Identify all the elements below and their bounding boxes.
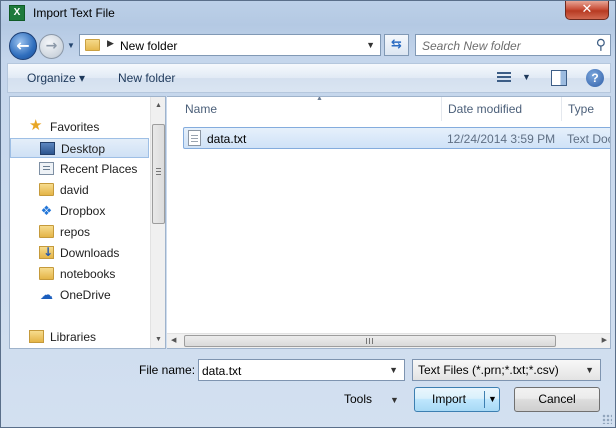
sidebar-item-repos[interactable]: repos [10, 222, 149, 242]
sidebar-item-label: repos [60, 225, 91, 239]
favorites-star-icon: ★ [29, 117, 43, 134]
scrollbar-grip-icon [366, 338, 373, 344]
breadcrumb-new-folder[interactable]: New folder [120, 39, 177, 53]
import-button-label: Import [431, 392, 466, 406]
libraries-icon [29, 330, 44, 343]
folder-icon [39, 267, 54, 280]
sidebar-item-label: Recent Places [60, 162, 138, 176]
tools-menu-button[interactable]: Tools [344, 392, 372, 406]
scroll-right-icon[interactable]: ▶ [602, 336, 607, 344]
scroll-up-icon[interactable]: ▲ [153, 100, 164, 111]
nav-libraries-label: Libraries [50, 330, 97, 344]
sidebar-item-downloads[interactable]: Downloads [10, 243, 149, 263]
file-name-label: File name: [139, 363, 196, 377]
file-name-cell: data.txt [207, 132, 247, 146]
sidebar-item-label: david [60, 183, 89, 197]
column-header-type[interactable]: Type [561, 97, 610, 121]
sidebar-item-label: Downloads [60, 246, 120, 260]
search-input[interactable] [422, 38, 582, 53]
file-type-value: Text Files (*.prn;*.txt;*.csv) [418, 363, 559, 377]
file-list-horizontal-scrollbar[interactable]: ◀ ▶ [167, 333, 610, 348]
views-dropdown-icon[interactable]: ▼ [522, 72, 531, 82]
import-text-file-dialog: X Import Text File ✕ ← → ▼ ▶ New folder … [0, 0, 616, 428]
sidebar-item-label: Dropbox [60, 204, 106, 218]
help-icon[interactable]: ? [586, 69, 604, 87]
column-header-label: Name [185, 102, 218, 116]
text-file-icon [188, 130, 201, 146]
sidebar-item-label: OneDrive [60, 288, 111, 302]
file-list-pane: Name ▲ Date modified Type data.txt 12/24… [167, 96, 611, 349]
folder-icon [85, 39, 100, 51]
column-header-label: Date modified [448, 102, 523, 116]
close-button[interactable]: ✕ [565, 1, 609, 20]
file-type-select[interactable]: Text Files (*.prn;*.txt;*.csv) ▼ [412, 359, 601, 381]
file-name-dropdown-icon[interactable]: ▼ [389, 365, 398, 375]
scrollbar-grip-icon [156, 168, 161, 175]
import-options-dropdown-icon[interactable]: ▼ [488, 388, 497, 411]
organize-menu-button[interactable]: Organize ▾ [27, 71, 85, 85]
refresh-button[interactable]: ⇆ [384, 34, 409, 56]
onedrive-icon: ☁ [40, 287, 53, 302]
scrollbar-thumb[interactable] [152, 124, 165, 224]
excel-app-icon: X [9, 5, 25, 21]
downloads-icon [39, 245, 54, 259]
preview-pane-icon[interactable] [551, 70, 567, 86]
desktop-icon [40, 142, 55, 155]
address-bar[interactable]: ▶ New folder ▼ [79, 34, 381, 56]
nav-libraries[interactable]: Libraries [10, 327, 149, 347]
scroll-left-icon[interactable]: ◀ [171, 336, 176, 344]
column-header-name[interactable]: Name ▲ [179, 97, 441, 121]
scrollbar-thumb[interactable] [184, 335, 556, 347]
sidebar-item-recent-places[interactable]: Recent Places [10, 159, 149, 179]
nav-favorites-label: Favorites [50, 120, 100, 134]
new-folder-button[interactable]: New folder [118, 71, 175, 85]
file-type-cell: Text Docu [567, 132, 610, 146]
import-button[interactable]: Import ▼ [414, 387, 500, 412]
change-view-icon[interactable] [497, 72, 511, 84]
navigation-pane: ★ Favorites Desktop Recent Places david … [9, 96, 166, 349]
scroll-down-icon[interactable]: ▼ [153, 334, 164, 345]
sidebar-item-onedrive[interactable]: ☁ OneDrive [10, 285, 149, 305]
file-date-cell: 12/24/2014 3:59 PM [447, 132, 556, 146]
title-bar: X Import Text File ✕ [1, 1, 615, 25]
folder-icon [39, 225, 54, 238]
file-name-combobox[interactable]: ▼ [198, 359, 405, 381]
search-icon[interactable]: ⚲ [596, 36, 606, 53]
command-toolbar: Organize ▾ New folder ▼ ? [7, 63, 611, 93]
nav-pane-scrollbar[interactable]: ▲ ▼ [150, 97, 165, 348]
nav-favorites[interactable]: ★ Favorites [10, 117, 149, 137]
address-dropdown-icon[interactable]: ▼ [366, 40, 375, 50]
recent-locations-dropdown[interactable]: ▼ [67, 41, 75, 50]
recent-places-icon [39, 162, 54, 175]
cancel-button[interactable]: Cancel [514, 387, 600, 412]
forward-button[interactable]: → [39, 34, 64, 59]
column-header-date-modified[interactable]: Date modified [441, 97, 561, 121]
sidebar-item-dropbox[interactable]: ❖ Dropbox [10, 201, 149, 221]
sidebar-item-label: notebooks [60, 267, 116, 281]
file-name-field[interactable] [202, 363, 382, 378]
search-box[interactable]: ⚲ [415, 34, 611, 56]
file-type-dropdown-icon[interactable]: ▼ [585, 365, 594, 375]
sidebar-item-notebooks[interactable]: notebooks [10, 264, 149, 284]
tools-dropdown-icon[interactable]: ▼ [390, 395, 399, 405]
column-header-label: Type [568, 102, 595, 116]
dialog-title: Import Text File [33, 6, 115, 20]
split-divider [484, 391, 485, 408]
back-button[interactable]: ← [9, 32, 37, 60]
file-row-data-txt[interactable]: data.txt 12/24/2014 3:59 PM Text Docu [183, 127, 610, 149]
sidebar-item-desktop[interactable]: Desktop [10, 138, 149, 158]
sidebar-item-david[interactable]: david [10, 180, 149, 200]
sidebar-item-label: Desktop [61, 142, 106, 156]
dropbox-icon: ❖ [40, 203, 53, 218]
sort-ascending-icon: ▲ [316, 96, 323, 102]
folder-icon [39, 183, 54, 196]
resize-grip-icon[interactable] [602, 414, 612, 424]
breadcrumb-separator-icon[interactable]: ▶ [107, 38, 114, 49]
